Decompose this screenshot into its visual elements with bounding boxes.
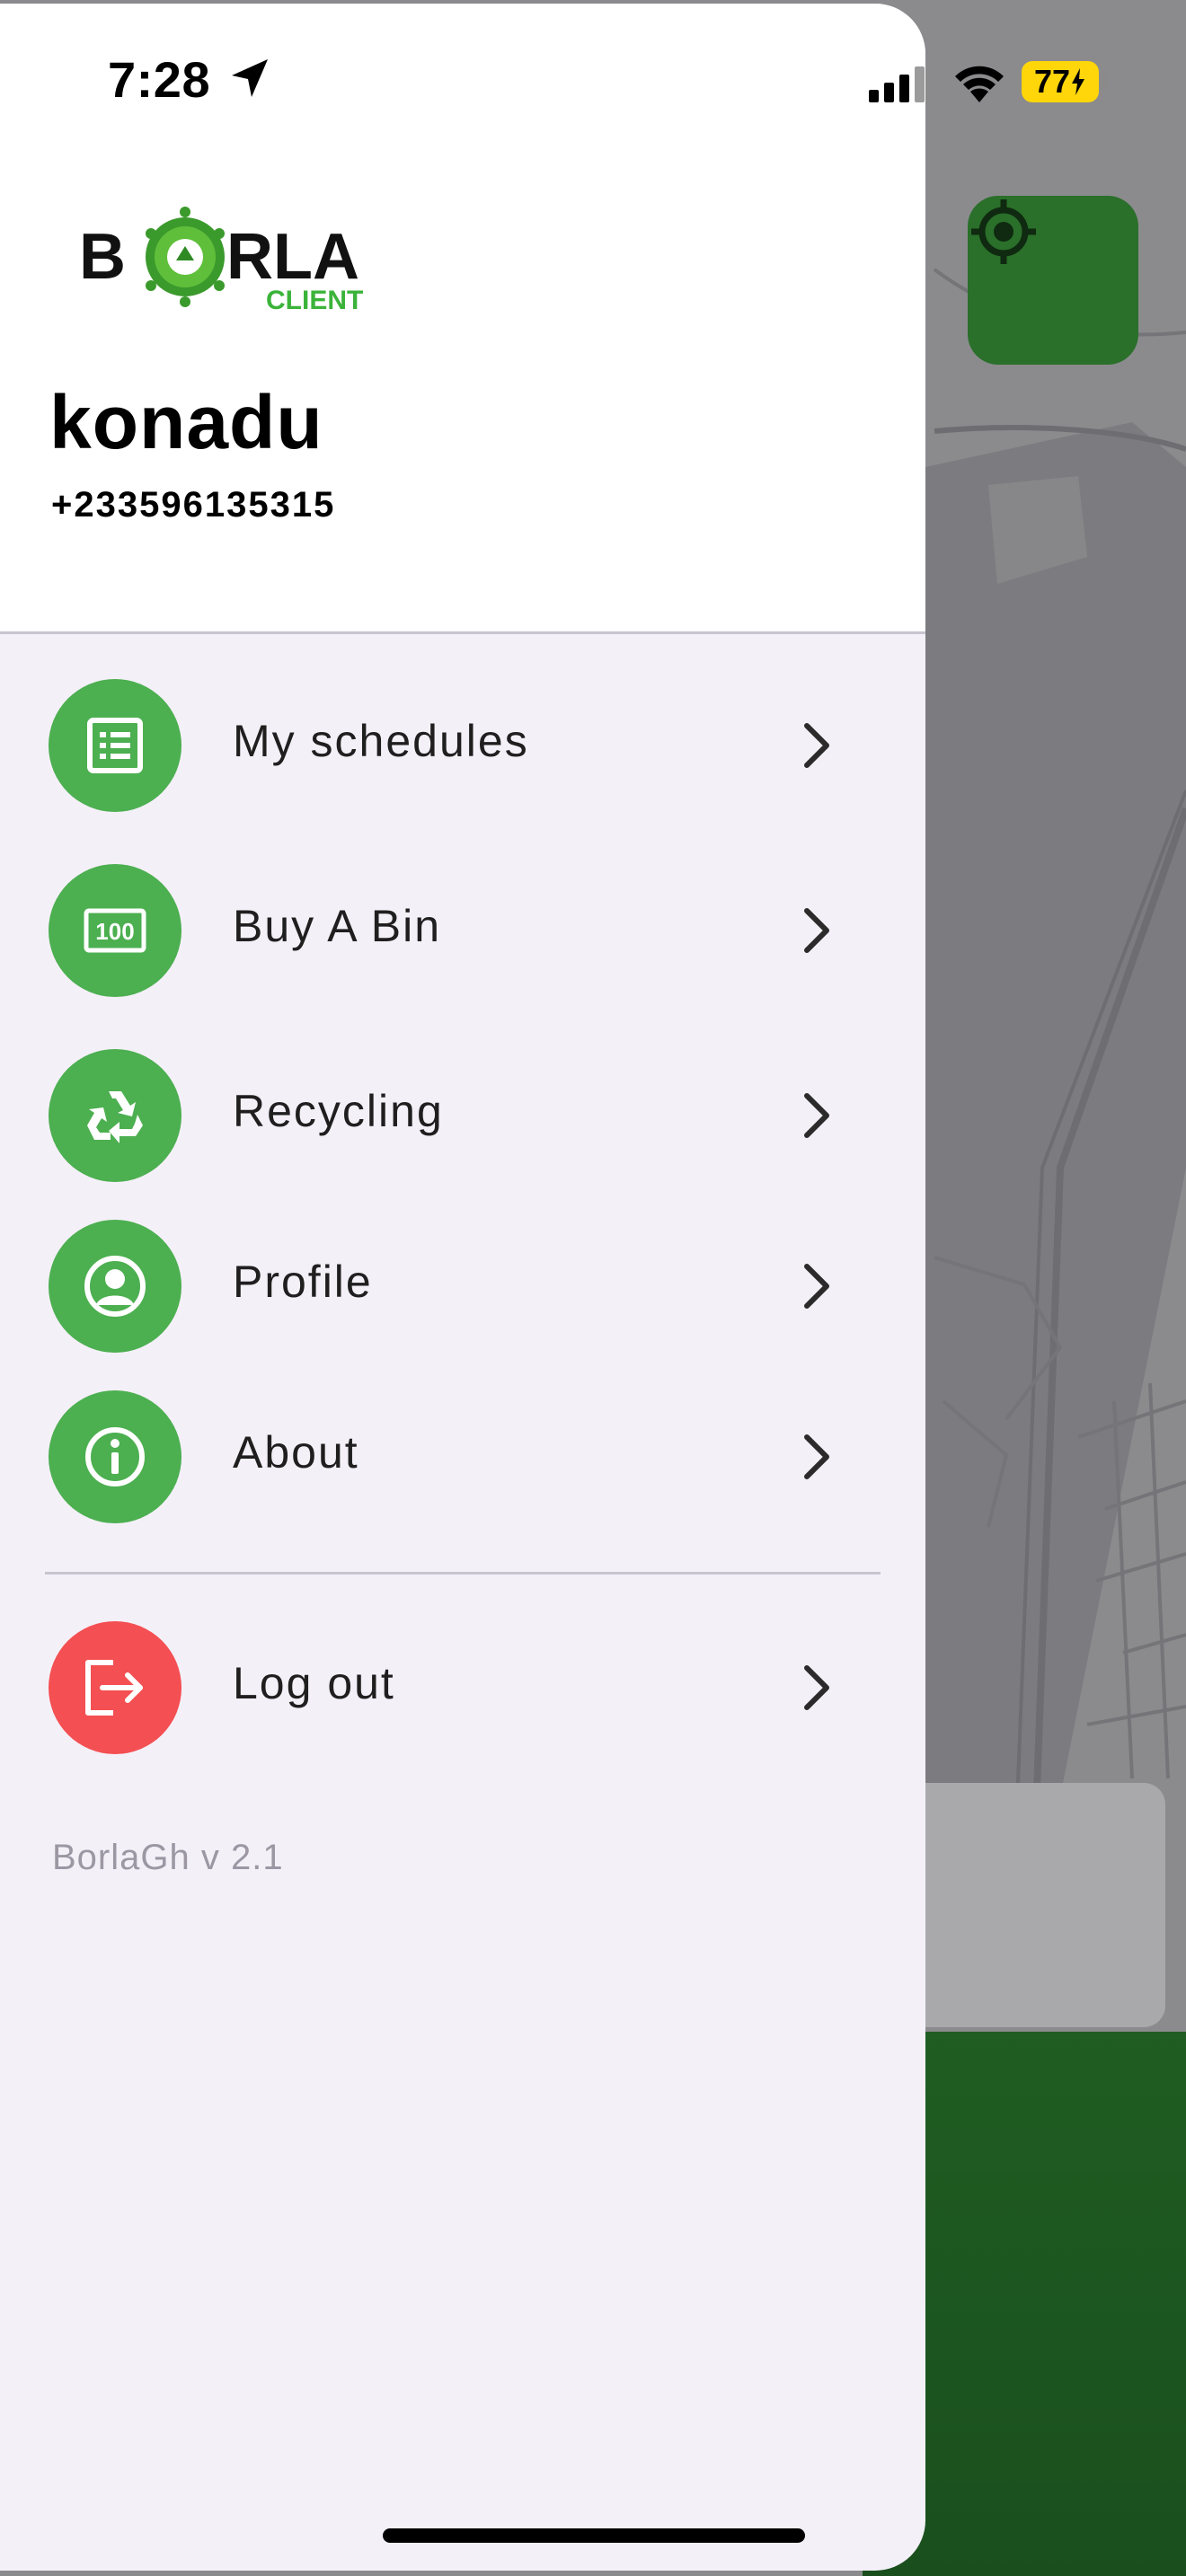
wifi-icon [955,66,1004,102]
menu-icon-container [49,1220,181,1353]
svg-text:100: 100 [95,918,134,945]
menu-icon-container [49,679,181,812]
recycle-icon [87,1091,143,1143]
menu-label-buy-a-bin: Buy A Bin [233,901,442,951]
list-icon [87,718,143,773]
locate-me-button[interactable] [968,196,1138,365]
user-icon [84,1256,146,1317]
menu-label-my-schedules: My schedules [233,716,529,766]
user-name: konadu [49,380,323,464]
bin-icon: 100 [84,908,146,953]
chevron-right-icon [804,723,829,768]
menu-item-my-schedules[interactable]: My schedules [0,679,925,823]
app-version: BorlaGh v 2.1 [52,1838,284,1877]
battery-tip [1102,74,1107,90]
crosshair-icon [971,199,1036,264]
chevron-right-icon [804,1665,829,1710]
menu-icon-container [49,1390,181,1523]
chevron-right-icon [804,1093,829,1138]
menu-icon-container [49,1621,181,1754]
menu-label-profile: Profile [233,1257,373,1307]
location-arrow-icon [232,59,268,97]
user-phone: +233596135315 [51,485,336,525]
menu-label-recycling: Recycling [233,1086,444,1136]
logo-letters-rla: RLA [226,221,359,293]
battery-level: 77 [1033,63,1071,100]
logo-recycle-globe [146,207,225,307]
menu-icon-container [49,1049,181,1182]
menu-item-buy-a-bin[interactable]: 100 Buy A Bin [0,864,925,1008]
logout-icon [85,1660,143,1716]
menu-divider [45,1572,881,1575]
borla-client-logo: B RLA CLIENT [79,207,363,315]
battery-indicator: 77 [1022,61,1099,102]
menu-label-log-out: Log out [233,1658,395,1708]
menu-item-recycling[interactable]: Recycling [0,1049,925,1193]
menu-icon-container: 100 [49,864,181,997]
status-time: 7:28 [108,51,211,108]
charging-bolt-icon [1072,68,1085,95]
cellular-signal-icon [869,66,925,102]
logo-letter-b: B [79,221,126,293]
menu-item-log-out[interactable]: Log out [0,1621,925,1765]
menu-item-profile[interactable]: Profile [0,1220,925,1363]
chevron-right-icon [804,1434,829,1479]
status-bar: 7:28 77 [0,0,1186,162]
chevron-right-icon [804,1264,829,1309]
home-indicator[interactable] [383,2528,805,2543]
navigation-drawer: B RLA CLIENT konadu +233596135315 My sch… [0,4,925,2571]
menu-label-about: About [233,1427,359,1478]
logo-subtext: CLIENT [266,286,363,315]
menu-item-about[interactable]: About [0,1390,925,1534]
info-icon [85,1427,145,1486]
chevron-right-icon [804,908,829,953]
